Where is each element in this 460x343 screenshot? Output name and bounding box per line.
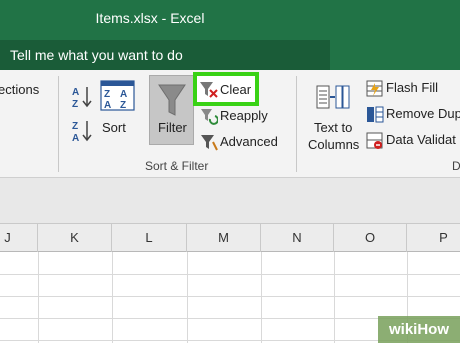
reapply-icon [201, 109, 218, 125]
ribbon-separator [58, 76, 59, 172]
column-header-n[interactable]: N [261, 224, 334, 252]
sort-label: Sort [102, 120, 126, 135]
sort-filter-group-label: Sort & Filter [145, 159, 209, 173]
remove-duplicates-button[interactable]: Remove Dup [364, 104, 460, 126]
flash-fill-label: Flash Fill [386, 80, 439, 95]
svg-text:Z: Z [120, 100, 126, 111]
column-header-k[interactable]: K [38, 224, 112, 252]
data-validation-button[interactable]: Data Validat [364, 130, 460, 152]
remove-duplicates-icon [367, 106, 384, 123]
tell-me-input[interactable]: Tell me what you want to do [0, 40, 330, 70]
reapply-button[interactable]: Reapply [198, 106, 278, 128]
filter-button[interactable]: Filter [149, 75, 194, 145]
column-line [112, 252, 113, 343]
text-to-columns-icon [316, 85, 350, 109]
clear-filter-icon [200, 82, 218, 98]
row-line [0, 296, 460, 297]
row-line [0, 274, 460, 275]
wikihow-watermark: wikiHow [378, 316, 460, 343]
tell-me-placeholder: Tell me what you want to do [10, 47, 183, 63]
column-header-p[interactable]: P [407, 224, 460, 252]
data-validation-label: Data Validat [386, 132, 456, 147]
column-header-j[interactable]: J [0, 224, 38, 252]
formula-bar-area [0, 178, 460, 224]
svg-text:Z: Z [104, 89, 110, 100]
funnel-icon [158, 84, 186, 116]
data-validation-icon [366, 132, 383, 149]
column-line [261, 252, 262, 343]
reapply-label: Reapply [220, 108, 268, 123]
advanced-button[interactable]: Advanced [198, 132, 288, 154]
flash-fill-icon [366, 80, 383, 97]
column-header-o[interactable]: O [334, 224, 407, 252]
svg-text:A: A [120, 89, 127, 100]
filter-label: Filter [158, 120, 187, 135]
data-ribbon: ections A Z Z A Z A A Z Sort Filter Clea… [0, 70, 460, 178]
tell-me-bar: Tell me what you want to do [0, 40, 460, 70]
data-tools-group-label: D [452, 159, 460, 173]
sort-a-z-icon: A Z [72, 87, 92, 110]
advanced-label: Advanced [220, 134, 278, 149]
column-line [334, 252, 335, 343]
clear-button[interactable]: Clear [193, 72, 259, 106]
column-header-l[interactable]: L [112, 224, 187, 252]
svg-text:Z: Z [72, 121, 78, 132]
ribbon-separator [296, 76, 297, 172]
title-bar: Items.xlsx - Excel [0, 0, 460, 40]
window-title: Items.xlsx - Excel [95, 10, 205, 26]
column-header-m[interactable]: M [187, 224, 261, 252]
svg-text:A: A [72, 87, 79, 98]
column-line [187, 252, 188, 343]
sort-z-a-button[interactable]: Z A [70, 118, 94, 144]
column-header-row: J K L M N O P [0, 224, 460, 252]
svg-text:A: A [104, 100, 111, 111]
svg-text:A: A [72, 133, 79, 144]
remove-duplicates-label: Remove Dup [386, 106, 460, 121]
flash-fill-button[interactable]: Flash Fill [364, 78, 460, 100]
sort-z-a-icon: Z A [72, 121, 92, 144]
advanced-filter-icon [201, 135, 218, 151]
sort-dialog-icon: Z A A Z [100, 80, 135, 111]
svg-text:Z: Z [72, 99, 78, 110]
clear-label: Clear [220, 82, 252, 97]
connections-label: ections [0, 82, 40, 97]
text-to-columns-button[interactable]: Text to Columns [302, 78, 362, 158]
column-line [38, 252, 39, 343]
text-to-columns-label-1: Text to [314, 120, 353, 135]
sort-button[interactable]: Z A A Z Sort [98, 78, 136, 146]
text-to-columns-label-2: Columns [308, 137, 360, 152]
sort-a-z-button[interactable]: A Z [70, 84, 94, 110]
